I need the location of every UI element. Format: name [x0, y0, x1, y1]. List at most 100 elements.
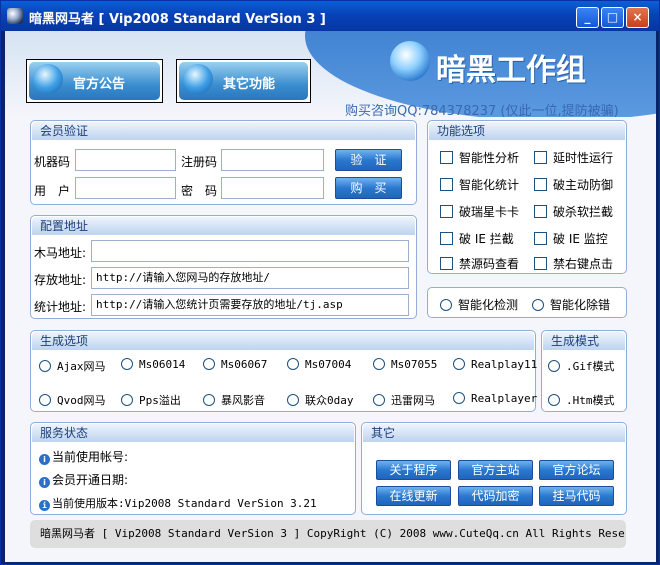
radio-dot [39, 360, 51, 372]
checkbox-box [534, 151, 547, 164]
exploit-radio[interactable]: 联众0day [287, 392, 354, 408]
minimize-button[interactable]: _ [576, 7, 599, 28]
exploit-radio[interactable]: Pps溢出 [121, 392, 181, 408]
buy-button[interactable]: 购 买 [335, 177, 402, 199]
stats-address-label: 统计地址: [34, 300, 87, 314]
official-forum-button[interactable]: 官方论坛 [539, 460, 614, 480]
radio-dot [203, 394, 215, 406]
feature-checkbox[interactable]: 禁源码查看 [440, 255, 519, 272]
other-functions-label: 其它功能 [223, 77, 276, 92]
feature-checkbox[interactable]: 破杀软拦截 [534, 203, 613, 220]
radio-dot [39, 394, 51, 406]
exploit-radio[interactable]: Ms07055 [373, 358, 437, 371]
features-panel: 功能选项 智能性分析 延时性运行 智能化统计 破主动防御 破瑞星卡卡 破杀软拦截… [427, 120, 627, 274]
official-notice-label: 官方公告 [73, 77, 126, 92]
official-notice-button[interactable]: 官方公告 [26, 59, 163, 103]
service-panel: 服务状态 i 当前使用帐号: i 会员开通日期: i 当前使用版本:Vip2008 S… [30, 422, 356, 515]
trojan-address-input[interactable] [91, 240, 409, 262]
htm-mode-radio[interactable]: .Htm模式 [548, 392, 615, 408]
feature-checkbox[interactable]: 智能性分析 [440, 149, 519, 166]
radio-dot [453, 358, 465, 370]
features-panel-title: 功能选项 [429, 122, 625, 140]
password-label: 密 码 [181, 184, 218, 198]
logo-globe-icon [390, 41, 430, 81]
other-panel: 其它 关于程序 官方主站 官方论坛 在线更新 代码加密 挂马代码 [361, 422, 627, 515]
machine-code-label: 机器码 [34, 155, 71, 169]
exploit-radio[interactable]: Qvod网马 [39, 392, 106, 408]
checkbox-box [534, 257, 547, 270]
radio-dot [203, 358, 215, 370]
exploit-radio[interactable]: Ajax网马 [39, 358, 106, 374]
feature-checkbox[interactable]: 破瑞星卡卡 [440, 203, 519, 220]
store-address-label: 存放地址: [34, 273, 87, 287]
verify-button[interactable]: 验 证 [335, 149, 402, 171]
checkbox-box [534, 205, 547, 218]
checkbox-box [440, 151, 453, 164]
service-panel-title: 服务状态 [32, 424, 354, 442]
copyright-bar: 暗黑网马者 [ Vip2008 Standard VerSion 3 ] Cop… [30, 520, 626, 548]
feature-checkbox[interactable]: 延时性运行 [534, 149, 613, 166]
generate-panel-title: 生成选项 [32, 332, 534, 350]
client-area: 官方公告 其它功能 暗黑工作组 购买咨询QQ:784378237 (仅此一位,提… [5, 31, 656, 562]
exploit-radio[interactable]: Ms06067 [203, 358, 267, 371]
feature-checkbox[interactable]: 破 IE 拦截 [440, 230, 514, 247]
exploit-radio[interactable]: Realplayer [453, 392, 537, 405]
open-date-info: i 会员开通日期: [39, 471, 128, 488]
account-info: i 当前使用帐号: [39, 448, 128, 465]
title-bar[interactable]: 暗黑网马者 [ Vip2008 Standard VerSion 3 ] _ □… [1, 1, 659, 31]
version-info: i 当前使用版本:Vip2008 Standard VerSion 3.21 [39, 495, 317, 511]
exploit-radio[interactable]: Ms06014 [121, 358, 185, 371]
checkbox-box [440, 178, 453, 191]
logo-text: 暗黑工作组 [436, 53, 586, 88]
user-label: 用 户 [34, 184, 71, 198]
exploit-radio[interactable]: 暴风影音 [203, 392, 265, 408]
feature-checkbox[interactable]: 破主动防御 [534, 176, 613, 193]
config-panel: 配置地址 木马地址: 存放地址: http://请输入您网马的存放地址/ 统计地… [30, 215, 417, 319]
stats-address-input[interactable]: http://请输入您统计页需要存放的地址/tj.asp [91, 294, 409, 316]
smart-detect-radio[interactable]: 智能化检测 [440, 296, 518, 313]
app-window: 暗黑网马者 [ Vip2008 Standard VerSion 3 ] _ □… [0, 0, 660, 565]
contact-info: 购买咨询QQ:784378237 (仅此一位,提防被骗) [345, 104, 619, 117]
store-address-input[interactable]: http://请输入您网马的存放地址/ [91, 267, 409, 289]
feature-checkbox[interactable]: 禁右键点击 [534, 255, 613, 272]
about-button[interactable]: 关于程序 [376, 460, 451, 480]
reg-code-input[interactable] [221, 149, 324, 171]
radio-dot [287, 394, 299, 406]
feature-checkbox[interactable]: 破 IE 监控 [534, 230, 608, 247]
code-encrypt-button[interactable]: 代码加密 [458, 486, 533, 506]
password-input[interactable] [221, 177, 324, 199]
radio-dot [373, 358, 385, 370]
trojan-address-label: 木马地址: [34, 246, 87, 260]
user-input[interactable] [75, 177, 176, 199]
official-site-button[interactable]: 官方主站 [458, 460, 533, 480]
hang-code-button[interactable]: 挂马代码 [539, 486, 614, 506]
machine-code-input[interactable] [75, 149, 176, 171]
smart-clear-radio[interactable]: 智能化除错 [532, 296, 610, 313]
exploit-radio[interactable]: 迅雷网马 [373, 392, 435, 408]
info-icon: i [39, 500, 50, 511]
exploit-radio[interactable]: Realplay11 [453, 358, 537, 371]
other-panel-title: 其它 [363, 424, 625, 442]
maximize-button[interactable]: □ [601, 7, 624, 28]
info-icon: i [39, 454, 50, 465]
radio-dot [373, 394, 385, 406]
info-icon: i [39, 477, 50, 488]
checkbox-box [440, 257, 453, 270]
radio-dot [548, 360, 560, 372]
banner: 官方公告 其它功能 暗黑工作组 购买咨询QQ:784378237 (仅此一位,提… [5, 31, 656, 117]
member-panel: 会员验证 机器码 注册码 验 证 用 户 密 码 购 买 [30, 120, 417, 205]
reg-code-label: 注册码 [181, 155, 218, 169]
globe-icon [33, 64, 63, 94]
radio-dot [548, 394, 560, 406]
checkbox-box [440, 232, 453, 245]
mode-panel: 生成模式 .Gif模式 .Htm模式 [541, 330, 627, 412]
close-button[interactable]: × [626, 7, 649, 28]
globe-icon [183, 64, 213, 94]
online-update-button[interactable]: 在线更新 [376, 486, 451, 506]
feature-checkbox[interactable]: 智能化统计 [440, 176, 519, 193]
other-functions-button[interactable]: 其它功能 [176, 59, 311, 103]
radio-dot [287, 358, 299, 370]
mode-panel-title: 生成模式 [543, 332, 625, 350]
gif-mode-radio[interactable]: .Gif模式 [548, 358, 615, 374]
exploit-radio[interactable]: Ms07004 [287, 358, 351, 371]
